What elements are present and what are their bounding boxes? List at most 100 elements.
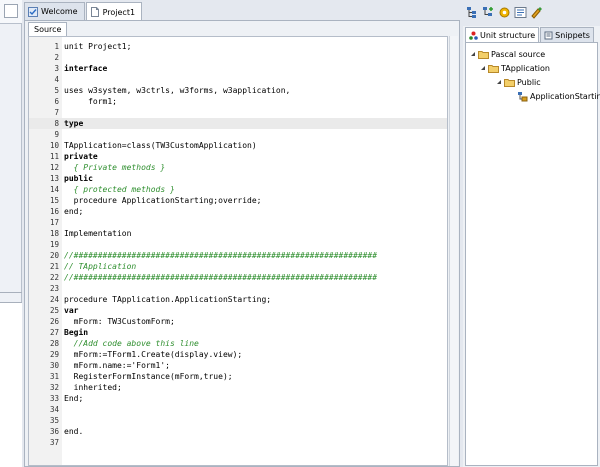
tree-node-public[interactable]: Public (496, 76, 541, 88)
expand-arrow-icon[interactable] (470, 51, 476, 57)
code-line[interactable]: 3 interface (29, 63, 447, 74)
tab-project1[interactable]: Project1 (85, 2, 143, 21)
method-icon (518, 91, 528, 101)
code-line[interactable]: 31 RegisterFormInstance(mForm,true); (29, 371, 447, 382)
tree-node-label: Pascal source (491, 49, 546, 59)
code-line[interactable]: 29 mForm:=TForm1.Create(display.view); (29, 349, 447, 360)
line-number: 30 (49, 361, 59, 370)
line-number: 25 (49, 306, 59, 315)
line-number: 7 (54, 108, 59, 117)
snippets-icon (544, 31, 553, 39)
document-icon (90, 7, 99, 17)
tree-node-pascal-source[interactable]: Pascal source (470, 48, 545, 60)
tab-welcome[interactable]: Welcome (24, 2, 85, 20)
code-line[interactable]: 4 (29, 74, 447, 85)
code-line[interactable]: 30 mForm.name:='Form1'; (29, 360, 447, 371)
tree-node-tapplication[interactable]: TApplication (480, 62, 550, 74)
code-line[interactable]: 13 public (29, 173, 447, 184)
code-line[interactable]: 16 end; (29, 206, 447, 217)
code-line[interactable]: 12 { Private methods } (29, 162, 447, 173)
line-number: 8 (54, 119, 59, 128)
expand-arrow-icon[interactable] (480, 65, 486, 71)
code-line[interactable]: 10 TApplication=class(TW3CustomApplicatio… (29, 140, 447, 151)
code-line[interactable]: 18 Implementation (29, 228, 447, 239)
code-line[interactable]: 37 (29, 437, 447, 448)
line-number: 15 (49, 196, 59, 205)
tab-snippets[interactable]: Snippets (540, 27, 594, 42)
code-text: mForm.name:='Form1'; (64, 361, 170, 370)
file-tabs: Welcome Project1 (24, 2, 143, 21)
line-number: 4 (54, 75, 59, 84)
left-panel-button[interactable] (4, 4, 18, 18)
code-line[interactable]: 5 uses w3system, w3ctrls, w3forms, w3appl… (29, 85, 447, 96)
line-number: 35 (49, 416, 59, 425)
code-line[interactable]: 14 { protected methods } (29, 184, 447, 195)
code-line[interactable]: 15 procedure ApplicationStarting;overrid… (29, 195, 447, 206)
code-line[interactable]: 36 end. (29, 426, 447, 437)
code-line[interactable]: 20 //####################################… (29, 250, 447, 261)
tab-unit-structure[interactable]: Unit structure (465, 27, 540, 42)
code-text: type (64, 119, 84, 128)
code-text: End; (64, 394, 84, 403)
code-text: { protected methods } (64, 185, 175, 194)
line-number: 14 (49, 185, 59, 194)
tree-node-applicationstarting[interactable]: ApplicationStarting (517, 90, 600, 102)
line-number: 31 (49, 372, 59, 381)
code-text: // TApplication (64, 262, 137, 271)
unit-structure-tree: Pascal source TApplication Public Applic… (465, 42, 600, 466)
code-line[interactable]: 8 type (29, 118, 447, 129)
code-text: end. (64, 427, 84, 436)
settings-icon[interactable] (498, 6, 511, 19)
code-line[interactable]: 32 inherited; (29, 382, 447, 393)
tab-welcome-label: Welcome (41, 7, 78, 16)
code-line[interactable]: 26 mForm: TW3CustomForm; (29, 316, 447, 327)
line-number: 13 (49, 174, 59, 183)
line-number: 16 (49, 207, 59, 216)
code-line[interactable]: 1 unit Project1; (29, 41, 447, 52)
line-number: 2 (54, 53, 59, 62)
code-text: TApplication=class(TW3CustomApplication) (64, 141, 257, 150)
add-member-icon[interactable] (482, 6, 495, 19)
code-line[interactable]: 35 (29, 415, 447, 426)
line-number: 3 (54, 64, 59, 73)
code-line[interactable]: 7 (29, 107, 447, 118)
tree-node-label: ApplicationStarting (530, 91, 600, 101)
code-text: RegisterFormInstance(mForm,true); (64, 372, 233, 381)
tab-unit-structure-label: Unit structure (480, 30, 536, 40)
line-number: 9 (54, 130, 59, 139)
left-splitter[interactable] (0, 292, 22, 293)
code-line[interactable]: 27 Begin (29, 327, 447, 338)
code-text: private (64, 152, 98, 161)
code-line[interactable]: 6 form1; (29, 96, 447, 107)
code-line[interactable]: 17 (29, 217, 447, 228)
line-number: 5 (54, 86, 59, 95)
code-line[interactable]: 21 // TApplication (29, 261, 447, 272)
expand-arrow-icon[interactable] (496, 79, 502, 85)
code-line[interactable]: 25 var (29, 305, 447, 316)
code-line[interactable]: 24 procedure TApplication.ApplicationStar… (29, 294, 447, 305)
left-lower-panel (0, 303, 22, 467)
tree-node-label: Public (517, 77, 541, 87)
tab-source[interactable]: Source (28, 22, 68, 36)
code-text: end; (64, 207, 84, 216)
line-number: 12 (49, 163, 59, 172)
code-line[interactable]: 34 (29, 404, 447, 415)
list-icon[interactable] (514, 6, 527, 19)
code-text: public (64, 174, 93, 183)
code-line[interactable]: 23 (29, 283, 447, 294)
code-line[interactable]: 22 //####################################… (29, 272, 447, 283)
code-line[interactable]: 9 (29, 129, 447, 140)
code-text: Implementation (64, 229, 132, 238)
code-line[interactable]: 2 (29, 52, 447, 63)
vertical-scrollbar[interactable] (449, 36, 458, 466)
folder-icon (478, 50, 489, 59)
code-line[interactable]: 11 private (29, 151, 447, 162)
line-number: 34 (49, 405, 59, 414)
code-line[interactable]: 19 (29, 239, 447, 250)
paint-icon[interactable] (530, 6, 543, 19)
code-line[interactable]: 28 //Add code above this line (29, 338, 447, 349)
code-text: unit Project1; (64, 42, 132, 51)
code-editor[interactable]: 1 unit Project1; 2 3 interface 4 5 uses w3syste… (28, 36, 448, 466)
add-class-icon[interactable] (466, 6, 479, 19)
code-line[interactable]: 33 End; (29, 393, 447, 404)
